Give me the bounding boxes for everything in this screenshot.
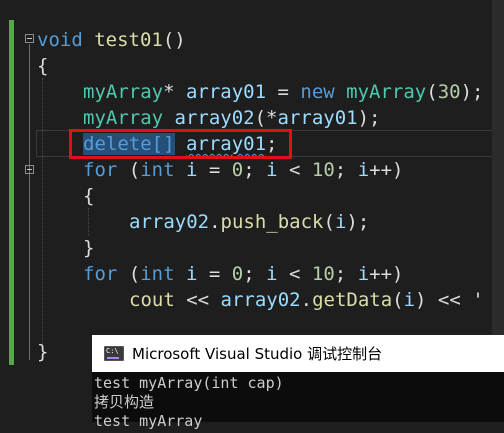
punctuation: ( (323, 211, 335, 233)
punctuation: ( (392, 289, 404, 311)
operator: < (277, 159, 312, 181)
punctuation: ); (346, 211, 370, 233)
variable: i (186, 263, 198, 285)
debug-console-window[interactable]: Microsoft Visual Studio 调试控制台 test myArr… (92, 335, 504, 430)
type-name: myArray (83, 81, 164, 103)
number: 10 (311, 263, 335, 285)
fold-guide-line (29, 175, 30, 263)
annotation-highlight-box (69, 129, 292, 159)
code-line-6[interactable]: for (int i = 0; i < 10; i++) (83, 157, 403, 183)
operator: ++) (369, 263, 404, 285)
keyword: int (140, 263, 175, 285)
operator: = (266, 81, 301, 103)
function-name: push_back (220, 211, 324, 233)
console-output-line: test myArray(int cap) (94, 374, 284, 392)
code-line-11[interactable]: cout << array02.getData(i) << ' (129, 287, 484, 313)
punctuation: ( (117, 263, 141, 285)
number: 10 (311, 159, 335, 181)
variable: array01 (277, 107, 358, 129)
code-line-7[interactable]: { (83, 183, 94, 209)
operator: * (163, 81, 186, 103)
punctuation: ; (334, 159, 358, 181)
code-line-1[interactable]: void test01() (37, 27, 186, 53)
punctuation: ; (243, 263, 267, 285)
variable: i (266, 159, 278, 181)
variable: array02 (129, 211, 210, 233)
variable: i (334, 211, 347, 233)
variable: array02 (174, 107, 255, 129)
console-title: Microsoft Visual Studio 调试控制台 (132, 345, 383, 363)
variable: i (357, 159, 370, 181)
brace: } (83, 237, 95, 259)
function-name: cout (129, 289, 175, 311)
punctuation: ; (243, 159, 267, 181)
console-title-bar[interactable]: Microsoft Visual Studio 调试控制台 (92, 335, 504, 372)
keyword: new (300, 81, 335, 103)
console-output: test myArray(int cap) 拷贝构造 test myArray (92, 372, 504, 433)
punctuation: ) << ' (415, 289, 484, 311)
keyword: int (140, 159, 175, 181)
keyword: void (37, 29, 83, 51)
operator: < (277, 263, 312, 285)
variable: i (403, 289, 416, 311)
punctuation: ( (426, 81, 438, 103)
function-name: getData (312, 289, 393, 311)
console-app-icon (104, 346, 124, 361)
punctuation: ( (117, 159, 141, 181)
code-line-12[interactable]: } (37, 339, 48, 365)
variable: i (186, 159, 198, 181)
indent-guide (88, 208, 89, 236)
punctuation: ; (334, 263, 358, 285)
code-line-9[interactable]: } (83, 235, 94, 261)
brace: { (83, 185, 95, 207)
punctuation: ); (460, 81, 484, 103)
function-name: test01 (94, 29, 163, 51)
operator: << (174, 289, 221, 311)
keyword: for (83, 263, 118, 285)
punctuation: (* (254, 107, 278, 129)
type-name: myArray (83, 107, 164, 129)
variable: i (357, 263, 370, 285)
number: 0 (231, 159, 244, 181)
type-name: myArray (346, 81, 427, 103)
change-indicator-bar (9, 20, 14, 365)
collapse-function-icon[interactable] (25, 34, 34, 43)
operator: = (197, 159, 232, 181)
variable: array01 (185, 81, 267, 103)
indent-guide (42, 78, 43, 346)
collapse-for-loop-icon[interactable] (25, 165, 34, 174)
number: 0 (231, 263, 244, 285)
operator: ++) (369, 159, 404, 181)
brace: { (37, 55, 49, 77)
number: 30 (437, 81, 461, 103)
variable: array02 (220, 289, 301, 311)
brace: } (37, 341, 49, 363)
keyword: for (83, 159, 118, 181)
punctuation: () (162, 29, 186, 51)
punctuation: . (300, 289, 313, 311)
punctuation: ); (357, 107, 381, 129)
code-line-3[interactable]: myArray* array01 = new myArray(30); (83, 79, 483, 105)
code-line-4[interactable]: myArray array02(*array01); (83, 105, 380, 131)
operator: = (197, 263, 232, 285)
code-line-8[interactable]: array02.push_back(i); (129, 209, 369, 235)
variable: i (266, 263, 278, 285)
code-line-10[interactable]: for (int i = 0; i < 10; i++) (83, 261, 403, 287)
code-line-2[interactable]: { (37, 53, 48, 79)
console-output-line: 拷贝构造 (94, 393, 155, 411)
punctuation: . (209, 211, 221, 233)
